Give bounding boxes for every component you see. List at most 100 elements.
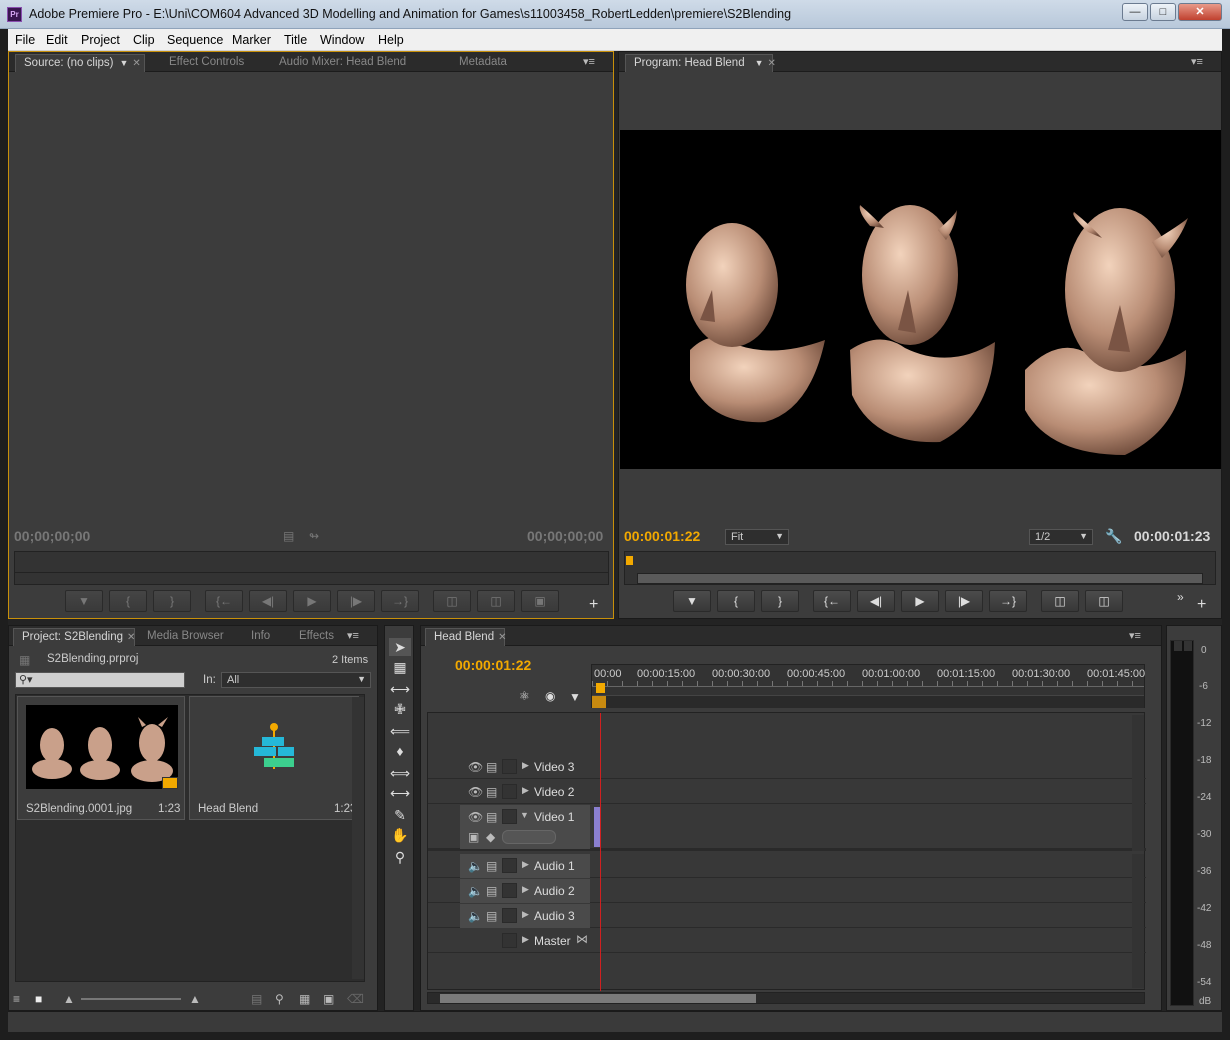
drag-audio-icon[interactable]: ↬ [309, 529, 319, 543]
playhead-icon[interactable] [596, 683, 605, 693]
zoom-in-icon[interactable]: ▲ [189, 992, 201, 1006]
tab-effect-controls[interactable]: Effect Controls [161, 54, 252, 72]
bin-scrollbar[interactable] [352, 697, 364, 979]
zoom-out-icon[interactable]: ▲ [63, 992, 75, 1006]
program-time-ruler[interactable] [624, 551, 1216, 585]
eye-icon[interactable]: 👁 [468, 760, 483, 774]
track-video-3[interactable]: 👁 ▤ ▶ Video 3 [428, 755, 1146, 779]
track-audio-3[interactable]: 🔈 ▤ ▶ Audio 3 [428, 904, 1146, 928]
drag-video-icon[interactable]: ▤ [283, 529, 294, 543]
insert-button[interactable]: ◫ [433, 590, 471, 612]
tab-metadata[interactable]: Metadata [451, 54, 515, 72]
menu-sequence[interactable]: Sequence [167, 33, 223, 47]
step-back-button[interactable]: ◀| [249, 590, 287, 612]
expand-triangle-icon[interactable]: ▶ [522, 909, 529, 920]
playhead-icon[interactable] [626, 556, 633, 565]
menu-window[interactable]: Window [320, 33, 364, 47]
go-to-out-button[interactable]: →} [381, 590, 419, 612]
keyframe-nav-buttons[interactable] [502, 830, 556, 844]
sync-lock-icon[interactable]: ▤ [486, 785, 497, 799]
menu-marker[interactable]: Marker [232, 33, 271, 47]
sync-lock-icon[interactable]: ▤ [486, 884, 497, 898]
expand-triangle-icon[interactable]: ▶ [522, 760, 529, 771]
source-timecode-in[interactable]: 00;00;00;00 [14, 528, 90, 544]
keyframe-icon[interactable]: ◆ [486, 830, 495, 844]
expand-triangle-icon[interactable]: ▶ [522, 934, 529, 945]
playback-resolution-select[interactable]: 1/2 ▼ [1029, 529, 1093, 545]
hand-tool-icon[interactable]: ✋ [389, 826, 411, 844]
sync-lock-icon[interactable]: ▤ [486, 760, 497, 774]
tab-head-blend[interactable]: Head Blend ✕ [425, 628, 507, 646]
speaker-icon[interactable]: 🔈 [468, 884, 483, 898]
step-back-button[interactable]: ◀| [857, 590, 895, 612]
source-time-ruler[interactable] [14, 551, 609, 585]
minimize-button[interactable]: — [1122, 3, 1148, 21]
sync-lock-icon[interactable]: ▤ [486, 810, 497, 824]
menu-file[interactable]: File [15, 33, 35, 47]
ripple-edit-tool-icon[interactable]: ⟷ [389, 680, 411, 698]
settings-wrench-icon[interactable]: 🔧 [1105, 528, 1122, 545]
slide-tool-icon[interactable]: ⟷ [389, 784, 411, 802]
go-to-out-button[interactable]: →} [989, 590, 1027, 612]
project-item-jpg[interactable]: S2Blending.0001.jpg 1:23 [17, 696, 185, 820]
menu-title[interactable]: Title [284, 33, 307, 47]
close-tab-icon[interactable]: ✕ [127, 632, 135, 643]
menu-project[interactable]: Project [81, 33, 120, 47]
zoom-scrollbar[interactable] [637, 573, 1203, 584]
thumbnail-size-slider[interactable] [81, 998, 181, 1000]
go-to-in-button[interactable]: {← [813, 590, 851, 612]
zoom-tool-icon[interactable]: ⚲ [389, 848, 411, 866]
expand-triangle-icon[interactable]: ▶ [522, 884, 529, 895]
mark-in-button[interactable]: { [717, 590, 755, 612]
go-to-in-button[interactable]: {← [205, 590, 243, 612]
collapse-triangle-icon[interactable]: ▼ [520, 810, 529, 820]
tab-media-browser[interactable]: Media Browser [139, 628, 232, 646]
lock-toggle[interactable] [502, 759, 517, 774]
pen-tool-icon[interactable]: ✎ [389, 806, 411, 824]
track-audio-2[interactable]: 🔈 ▤ ▶ Audio 2 [428, 879, 1146, 903]
display-style-icon[interactable]: ▣ [468, 830, 479, 844]
in-filter-select[interactable]: All ▼ [221, 672, 371, 688]
play-button[interactable]: ▶ [901, 590, 939, 612]
sync-lock-icon[interactable]: ▤ [486, 859, 497, 873]
overwrite-button[interactable]: ◫ [477, 590, 515, 612]
video-scrollbar[interactable] [1132, 715, 1144, 851]
work-area-bar[interactable] [592, 695, 1144, 708]
track-video-1[interactable]: 👁 ▤ ▼ Video 1 ▣ ◆ [428, 805, 1146, 851]
lock-toggle[interactable] [502, 908, 517, 923]
lock-toggle[interactable] [502, 883, 517, 898]
program-video-frame[interactable] [620, 130, 1221, 469]
track-master[interactable]: ▶ Master ⋈ [428, 929, 1146, 953]
eye-icon[interactable]: 👁 [468, 785, 483, 799]
menu-edit[interactable]: Edit [46, 33, 68, 47]
program-current-timecode[interactable]: 00:00:01:22 [624, 528, 700, 544]
tab-audio-mixer[interactable]: Audio Mixer: Head Blend [271, 54, 414, 72]
mark-out-button[interactable]: } [761, 590, 799, 612]
tab-effects[interactable]: Effects [291, 628, 342, 646]
timeline-ruler[interactable]: 00:00 00:00:15:00 00:00:30:00 00:00:45:0… [591, 664, 1145, 708]
add-marker-button[interactable]: ▼ [673, 590, 711, 612]
selection-tool-icon[interactable]: ➤ [389, 638, 411, 656]
lock-toggle[interactable] [502, 858, 517, 873]
menu-help[interactable]: Help [378, 33, 404, 47]
source-timecode-out[interactable]: 00;00;00;00 [527, 528, 603, 544]
find-icon[interactable]: ⚲ [275, 992, 284, 1006]
rolling-edit-tool-icon[interactable]: ✙ [389, 700, 411, 718]
add-marker-button[interactable]: ▼ [65, 590, 103, 612]
close-tab-icon[interactable]: ✕ [768, 58, 776, 69]
lift-button[interactable]: ◫ [1041, 590, 1079, 612]
list-view-icon[interactable]: ≡ [13, 992, 20, 1006]
zoom-level-select[interactable]: Fit ▼ [725, 529, 789, 545]
new-item-icon[interactable]: ▣ [323, 992, 334, 1006]
slip-tool-icon[interactable]: ⟺ [389, 764, 411, 782]
dropdown-arrow-icon[interactable]: ▼ [755, 58, 764, 68]
sequence-marker-icon[interactable]: ◉ [545, 689, 555, 703]
step-forward-button[interactable]: |▶ [945, 590, 983, 612]
dropdown-arrow-icon[interactable]: ▼ [119, 58, 128, 68]
close-tab-icon[interactable]: ✕ [498, 632, 506, 643]
timeline-zoom-scrollbar[interactable] [427, 992, 1145, 1004]
play-button[interactable]: ▶ [293, 590, 331, 612]
extract-button[interactable]: ◫ [1085, 590, 1123, 612]
clear-icon[interactable]: ⌫ [347, 992, 364, 1006]
track-audio-1[interactable]: 🔈 ▤ ▶ Audio 1 [428, 854, 1146, 878]
